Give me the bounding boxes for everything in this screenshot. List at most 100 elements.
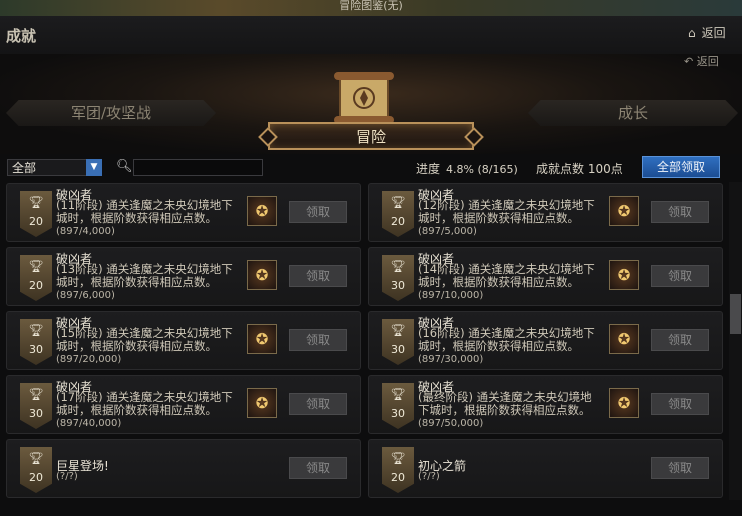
achievement-description: (16阶段) 通关逢魔之未央幻境地下城时，根据阶数获得相应点数。 bbox=[418, 326, 595, 353]
reward-emblem-icon[interactable]: ✪ bbox=[609, 260, 639, 290]
claim-all-button[interactable]: 全部领取 bbox=[642, 156, 720, 178]
reward-emblem-icon[interactable]: ✪ bbox=[609, 324, 639, 354]
achievement-card: 🏆︎ 20 破凶者 (13阶段) 通关逢魔之未央幻境地下城时，根据阶数获得相应点数。 ✪… bbox=[6, 247, 361, 306]
claim-button[interactable]: 领取 bbox=[289, 329, 347, 351]
badge-points: 30 bbox=[29, 407, 43, 420]
achievement-progress: (897/5,000) bbox=[418, 226, 477, 237]
achievement-progress: (897/6,000) bbox=[56, 290, 115, 301]
badge-points: 20 bbox=[29, 279, 43, 292]
progress-value: 4.8% (8/165) bbox=[446, 163, 518, 176]
trophy-icon: 🏆︎ bbox=[28, 259, 44, 273]
points-badge: 🏆︎ 30 bbox=[382, 383, 414, 429]
badge-points: 20 bbox=[29, 215, 43, 228]
achievement-description: (最终阶段) 通关逢魔之未央幻境地下城时，根据阶数获得相应点数。 bbox=[418, 390, 592, 417]
achievement-description: (17阶段) 通关逢魔之未央幻境地下城时，根据阶数获得相应点数。 bbox=[56, 390, 233, 417]
search-icon: 🔍︎ bbox=[116, 159, 133, 174]
achievement-list: 🏆︎ 20 破凶者 (11阶段) 通关逢魔之未央幻境地下城时，根据阶数获得相应点数。 ✪… bbox=[0, 180, 742, 516]
achievement-card: 🏆︎ 30 破凶者 (16阶段) 通关逢魔之未央幻境地下城时，根据阶数获得相应点数。 ✪… bbox=[368, 311, 723, 370]
outer-window-title-strip: 冒险图鉴(无) bbox=[0, 0, 742, 16]
tab-legion-siege[interactable]: 军团/攻坚战 bbox=[6, 100, 216, 126]
reward-emblem-icon[interactable]: ✪ bbox=[247, 324, 277, 354]
achievement-progress: (897/40,000) bbox=[56, 418, 122, 429]
claim-button[interactable]: 领取 bbox=[651, 201, 709, 223]
chevron-down-icon[interactable]: ▼ bbox=[86, 159, 102, 176]
category-select-value: 全部 bbox=[12, 161, 37, 175]
achievement-progress: (897/50,000) bbox=[418, 418, 484, 429]
scrollbar-thumb[interactable] bbox=[730, 294, 741, 334]
claim-button[interactable]: 领取 bbox=[289, 393, 347, 415]
title-bar: 成就 ⌂ 返回 bbox=[0, 16, 742, 55]
badge-points: 30 bbox=[391, 343, 405, 356]
claim-button[interactable]: 领取 bbox=[651, 393, 709, 415]
achievement-card: 🏆︎ 30 破凶者 (14阶段) 通关逢魔之未央幻境地下城时，根据阶数获得相应点数。 ✪… bbox=[368, 247, 723, 306]
category-select[interactable]: 全部 ▼ bbox=[7, 159, 102, 176]
reward-emblem-icon[interactable]: ✪ bbox=[609, 196, 639, 226]
points-badge: 🏆︎ 20 bbox=[20, 255, 52, 301]
back-label: 返回 bbox=[701, 26, 726, 40]
trophy-icon: 🏆︎ bbox=[390, 387, 406, 401]
outer-window-title: 冒险图鉴(无) bbox=[339, 0, 403, 12]
tab-adventure[interactable]: 冒险 bbox=[268, 122, 474, 150]
page-title: 成就 bbox=[6, 27, 37, 45]
achievement-progress: (897/4,000) bbox=[56, 226, 115, 237]
achievement-progress: (?/?) bbox=[56, 471, 78, 482]
sub-back-label: 返回 bbox=[696, 55, 719, 68]
trophy-icon: 🏆︎ bbox=[28, 387, 44, 401]
achievement-progress: (897/10,000) bbox=[418, 290, 484, 301]
claim-button[interactable]: 领取 bbox=[289, 457, 347, 479]
trophy-icon: 🏆︎ bbox=[390, 195, 406, 209]
trophy-icon: 🏆︎ bbox=[390, 451, 406, 465]
achievement-progress: (?/?) bbox=[418, 471, 440, 482]
points-badge: 🏆︎ 20 bbox=[382, 447, 414, 493]
badge-points: 30 bbox=[391, 279, 405, 292]
claim-button[interactable]: 领取 bbox=[651, 457, 709, 479]
points-badge: 🏆︎ 20 bbox=[20, 191, 52, 237]
achievement-description: (11阶段) 通关逢魔之未央幻境地下城时，根据阶数获得相应点数。 bbox=[56, 198, 233, 225]
badge-points: 20 bbox=[29, 471, 43, 484]
achievement-points: 成就点数 100点 bbox=[536, 162, 623, 176]
claim-button[interactable]: 领取 bbox=[651, 329, 709, 351]
points-badge: 🏆︎ 30 bbox=[382, 255, 414, 301]
trophy-icon: 🏆︎ bbox=[390, 259, 406, 273]
trophy-icon: 🏆︎ bbox=[390, 323, 406, 337]
achievement-card: 🏆︎ 20 初心之箭 (?/?) 领取 bbox=[368, 439, 723, 498]
points-badge: 🏆︎ 20 bbox=[20, 447, 52, 493]
scroll-emblem-icon bbox=[334, 72, 394, 124]
badge-points: 30 bbox=[29, 343, 43, 356]
achievement-progress: (897/30,000) bbox=[418, 354, 484, 365]
reward-emblem-icon[interactable]: ✪ bbox=[247, 260, 277, 290]
achievement-card: 🏆︎ 20 巨星登场! (?/?) 领取 bbox=[6, 439, 361, 498]
home-back-button[interactable]: ⌂ 返回 bbox=[688, 24, 742, 44]
achievement-description: (12阶段) 通关逢魔之未央幻境地下城时，根据阶数获得相应点数。 bbox=[418, 198, 595, 225]
tab-growth[interactable]: 成长 bbox=[528, 100, 738, 126]
return-arrow-icon: ↶ bbox=[684, 55, 694, 68]
points-badge: 🏆︎ 30 bbox=[20, 383, 52, 429]
search-input[interactable] bbox=[133, 159, 263, 176]
scrollbar[interactable] bbox=[729, 182, 742, 500]
badge-points: 20 bbox=[391, 471, 405, 484]
badge-points: 30 bbox=[391, 407, 405, 420]
trophy-icon: 🏆︎ bbox=[28, 451, 44, 465]
reward-emblem-icon[interactable]: ✪ bbox=[609, 388, 639, 418]
progress-stat: 进度 4.8% (8/165) bbox=[416, 160, 518, 177]
achievement-card: 🏆︎ 20 破凶者 (11阶段) 通关逢魔之未央幻境地下城时，根据阶数获得相应点数。 ✪… bbox=[6, 183, 361, 242]
reward-emblem-icon[interactable]: ✪ bbox=[247, 388, 277, 418]
progress-label: 进度 bbox=[416, 162, 441, 176]
trophy-icon: 🏆︎ bbox=[28, 195, 44, 209]
achievement-card: 🏆︎ 20 破凶者 (12阶段) 通关逢魔之未央幻境地下城时，根据阶数获得相应点数。 ✪… bbox=[368, 183, 723, 242]
points-badge: 🏆︎ 30 bbox=[382, 319, 414, 365]
points-badge: 🏆︎ 20 bbox=[382, 191, 414, 237]
filter-bar: 全部 ▼ 🔍︎ 进度 4.8% (8/165) 成就点数 100点 全部领取 bbox=[0, 156, 742, 180]
achievement-description: (15阶段) 通关逢魔之未央幻境地下城时，根据阶数获得相应点数。 bbox=[56, 326, 233, 353]
trophy-icon: 🏆︎ bbox=[28, 323, 44, 337]
claim-button[interactable]: 领取 bbox=[651, 265, 709, 287]
claim-button[interactable]: 领取 bbox=[289, 201, 347, 223]
home-icon: ⌂ bbox=[688, 26, 696, 40]
reward-emblem-icon[interactable]: ✪ bbox=[247, 196, 277, 226]
badge-points: 20 bbox=[391, 215, 405, 228]
achievement-description: (13阶段) 通关逢魔之未央幻境地下城时，根据阶数获得相应点数。 bbox=[56, 262, 233, 289]
achievement-card: 🏆︎ 30 破凶者 (最终阶段) 通关逢魔之未央幻境地下城时，根据阶数获得相应点数。 ✪… bbox=[368, 375, 723, 434]
claim-button[interactable]: 领取 bbox=[289, 265, 347, 287]
achievement-card: 🏆︎ 30 破凶者 (15阶段) 通关逢魔之未央幻境地下城时，根据阶数获得相应点数。 ✪… bbox=[6, 311, 361, 370]
sub-back-button[interactable]: ↶ 返回 bbox=[684, 53, 719, 69]
